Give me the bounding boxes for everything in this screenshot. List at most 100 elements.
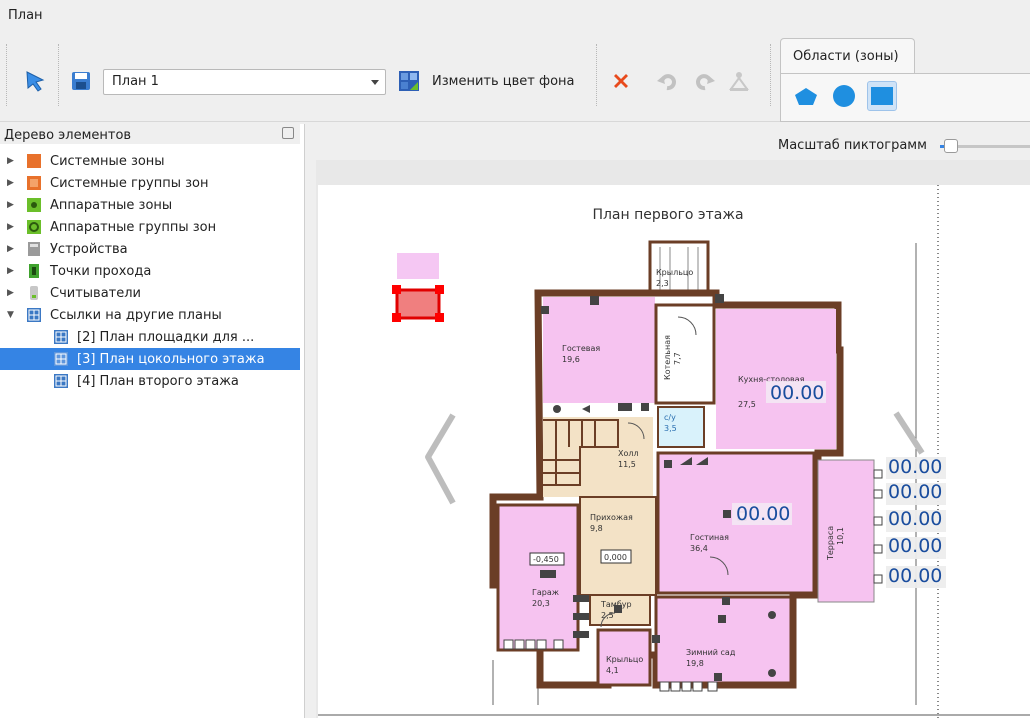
element-tree-panel: Дерево элементов ▶ Системные зоны ▶ Сист… [0,124,305,718]
room-entrance[interactable] [579,496,657,596]
readout-living: 00.00 [736,503,790,525]
device-icon [28,242,40,256]
red-x-icon [614,74,628,88]
delete-button[interactable] [606,66,636,96]
room-label: с/у [664,413,676,422]
tree-item-plan-links[interactable]: ▼ Ссылки на другие планы [0,304,300,326]
system-zone-icon [27,154,41,168]
tree-item-label: [2] План площадки для ... [77,329,255,345]
hardware-zone-icon [27,198,41,212]
tree-item-readers[interactable]: ▶ Считыватели [0,282,300,304]
expand-arrow-icon[interactable]: ▶ [7,200,15,210]
tree-item-label: Аппаратные группы зон [50,219,217,235]
toolbar-grip [6,44,8,106]
readout-terrace-3: 00.00 [888,508,942,530]
tree-item-system-zone-groups[interactable]: ▶ Системные группы зон [0,172,300,194]
room-area: 2,3 [656,279,669,288]
room-area: 4,1 [606,666,619,675]
expand-arrow-icon[interactable]: ▶ [7,156,15,166]
previous-plan-chevron-icon[interactable] [425,413,456,505]
expand-arrow-icon[interactable]: ▶ [7,222,15,232]
layer-button[interactable] [724,66,754,96]
floor-plan-drawing: План первого этажа Гостевая 19,6 Котельн… [318,185,1030,718]
polygon-icon [795,88,817,105]
redo-button[interactable] [690,66,720,96]
expand-arrow-icon[interactable]: ▶ [7,178,15,188]
plan-select[interactable]: План 1 [103,69,386,95]
expand-arrow-icon[interactable]: ▶ [7,266,15,276]
pink-zone-shape[interactable] [397,253,439,279]
polygon-zone-button[interactable] [791,81,821,111]
undo-icon [657,74,676,91]
expand-arrow-icon[interactable]: ▶ [7,244,15,254]
readout-terrace-2: 00.00 [888,481,942,503]
tree-item-hardware-zones[interactable]: ▶ Аппаратные зоны [0,194,300,216]
room-garage[interactable] [496,503,580,652]
zones-panel: Области (зоны) [780,38,1030,122]
change-background-button[interactable] [394,66,424,96]
tab-zones[interactable]: Области (зоны) [780,38,915,74]
icon-scale-slider-handle[interactable] [944,139,958,153]
plan-menu[interactable]: План [8,8,43,23]
ellipse-icon [833,85,855,107]
room-label: Крыльцо [656,268,693,277]
room-label: Холл [618,449,639,458]
readout-terrace-5: 00.00 [888,565,942,587]
rectangle-icon [871,87,893,105]
room-area: 10,1 [836,527,845,545]
tree-item-plan-link-2[interactable]: [2] План площадки для ... [0,326,300,348]
room-area: 9,8 [590,524,603,533]
room-label: Терраса [826,526,835,561]
expand-arrow-icon[interactable]: ▶ [7,288,15,298]
readout-terrace-4: 00.00 [888,535,942,557]
toolbar-separator [596,44,598,106]
hardware-zone-group-icon [27,220,41,234]
room-label: Зимний сад [686,648,736,657]
float-panel-icon[interactable] [282,127,294,139]
tree-item-system-zones[interactable]: ▶ Системные зоны [0,150,300,172]
room-label: Котельная [663,335,672,380]
tree-item-label: Устройства [50,241,128,257]
pyramid-icon [729,72,749,91]
rectangle-zone-button[interactable] [867,81,897,111]
tree-item-label: [3] План цокольного этажа [77,351,265,367]
plan-link-icon [54,352,68,366]
room-area: 27,5 [738,400,756,409]
collapse-arrow-icon[interactable]: ▼ [7,310,15,320]
element-tree-header: Дерево элементов [0,124,300,144]
room-area: 20,3 [532,599,550,608]
room-area: 2,5 [601,611,614,620]
plan-link-icon [54,374,68,388]
tree-item-label: Считыватели [50,285,141,301]
floppy-disk-icon [72,72,90,90]
toolbar: План 1 Изменить цвет фона Области (зоны) [0,30,1030,122]
reader-icon [30,286,38,300]
zones-tools [780,73,1030,122]
plan-select-value: План 1 [112,74,159,89]
room-area: 19,6 [562,355,580,364]
selected-zone-shape[interactable] [392,285,444,322]
tree-item-plan-link-3[interactable]: [3] План цокольного этажа [0,348,300,370]
background-color-icon [399,71,419,91]
save-button[interactable] [66,66,96,96]
element-tree: ▶ Системные зоны ▶ Системные группы зон … [0,150,300,392]
tree-item-label: Системные группы зон [50,175,209,191]
tree-item-hardware-zone-groups[interactable]: ▶ Аппаратные группы зон [0,216,300,238]
toolbar-separator [58,44,60,106]
tree-item-plan-link-4[interactable]: [4] План второго этажа [0,370,300,392]
change-background-label[interactable]: Изменить цвет фона [432,74,575,89]
room-label: Гостевая [562,344,600,353]
redo-icon [696,74,715,91]
plan-link-icon [54,330,68,344]
select-pointer-button[interactable] [20,66,50,96]
undo-button[interactable] [652,66,682,96]
ellipse-zone-button[interactable] [829,81,859,111]
tree-item-label: [4] План второго этажа [77,373,239,389]
tree-item-access-points[interactable]: ▶ Точки прохода [0,260,300,282]
tree-item-devices[interactable]: ▶ Устройства [0,238,300,260]
icon-scale-label: Масштаб пиктограмм [778,138,927,153]
room-label: Гараж [532,588,559,597]
plan-title: План первого этажа [592,207,743,223]
next-plan-chevron-icon[interactable] [893,411,925,455]
plan-canvas[interactable]: План первого этажа Гостевая 19,6 Котельн… [318,185,1030,718]
